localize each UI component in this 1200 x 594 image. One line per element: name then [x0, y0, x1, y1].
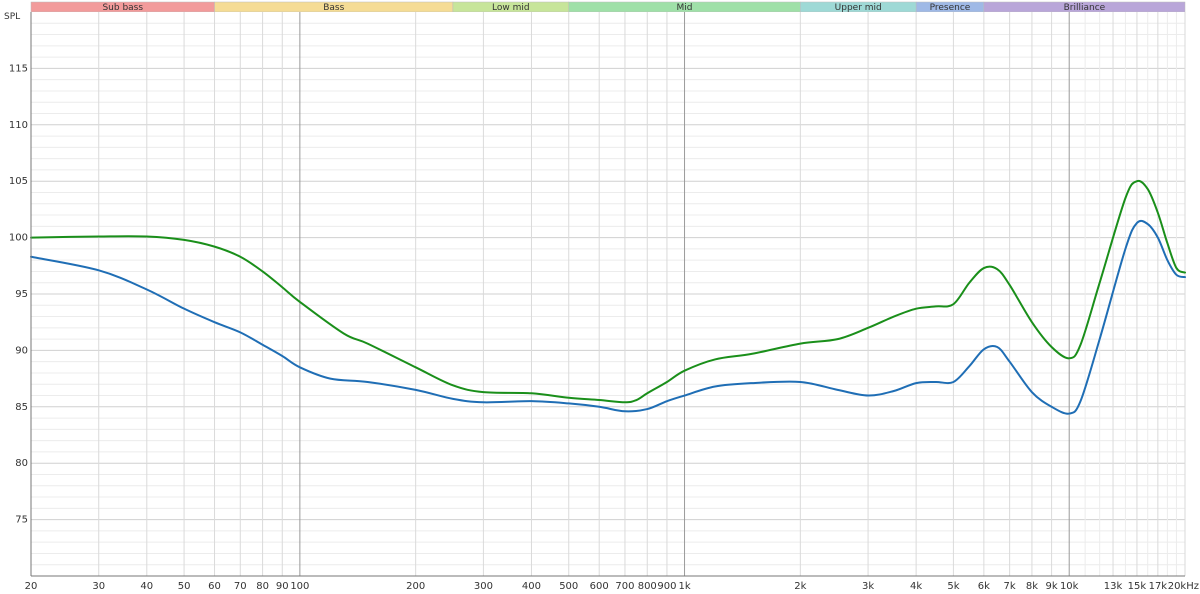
x-tick-label: 15k [1128, 581, 1147, 592]
x-tick-label: 3k [862, 581, 874, 592]
band-label: Sub bass [102, 3, 143, 13]
x-tick-label: 300 [474, 581, 493, 592]
y-tick-label: 80 [15, 458, 28, 469]
x-tick-label: 1k [678, 581, 690, 592]
x-tick-label: 8k [1026, 581, 1038, 592]
y-tick-label: 75 [15, 515, 28, 526]
x-tick-label: 2k [794, 581, 806, 592]
y-axis-label: SPL [4, 12, 20, 22]
x-tick-label: 20 [25, 581, 38, 592]
x-tick-label: 100 [290, 581, 309, 592]
x-tick-label: 60 [208, 581, 221, 592]
band-label: Brilliance [1064, 3, 1106, 13]
x-tick-label: 20kHz [1168, 581, 1199, 592]
x-tick-label: 50 [178, 581, 191, 592]
x-tick-label: 500 [559, 581, 578, 592]
x-tick-label: 10k [1060, 581, 1079, 592]
x-tick-label: 80 [256, 581, 269, 592]
y-tick-label: 105 [9, 176, 28, 187]
x-tick-label: 600 [590, 581, 609, 592]
x-tick-label: 90 [276, 581, 289, 592]
x-tick-label: 200 [406, 581, 425, 592]
x-tick-label: 4k [910, 581, 922, 592]
band-label: Upper mid [835, 3, 882, 13]
band-label: Low mid [492, 3, 530, 13]
x-tick-label: 800 [638, 581, 657, 592]
x-tick-label: 13k [1104, 581, 1123, 592]
x-tick-label: 5k [947, 581, 959, 592]
x-tick-label: 40 [140, 581, 153, 592]
band-label: Presence [930, 3, 971, 13]
band-label: Bass [323, 3, 344, 13]
y-tick-label: 85 [15, 402, 28, 413]
chart-grid [30, 12, 1186, 576]
y-tick-label: 110 [9, 120, 28, 131]
x-tick-label: 30 [92, 581, 105, 592]
y-tick-label: 90 [15, 345, 28, 356]
x-tick-label: 17k [1149, 581, 1168, 592]
y-tick-label: 115 [9, 63, 28, 74]
frequency-band-bar: Sub bass Bass Low mid Mid Upper mid Presence B… [30, 1, 1186, 13]
band-label: Mid [677, 3, 693, 13]
y-tick-label: 100 [9, 233, 28, 244]
x-tick-label: 700 [615, 581, 634, 592]
frequency-response-chart: Sub bass Bass Low mid Mid Upper mid Presence B… [4, 1, 1199, 592]
x-tick-label: 900 [657, 581, 676, 592]
x-tick-label: 7k [1004, 581, 1016, 592]
x-tick-label: 400 [522, 581, 541, 592]
x-tick-label: 9k [1046, 581, 1058, 592]
x-tick-label: 70 [234, 581, 247, 592]
y-tick-label: 95 [15, 289, 28, 300]
x-tick-label: 6k [978, 581, 990, 592]
